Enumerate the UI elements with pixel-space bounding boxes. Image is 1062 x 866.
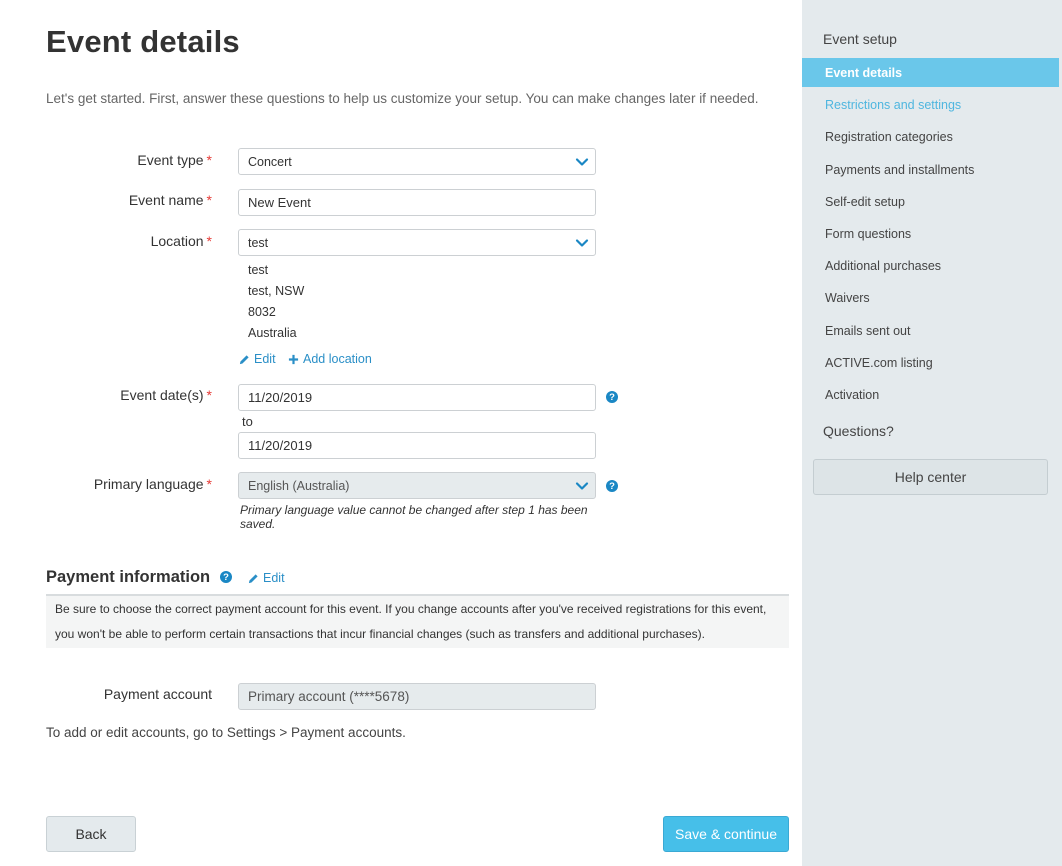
start-date-input[interactable]: 11/20/2019 — [238, 384, 596, 411]
required-marker: * — [206, 152, 212, 168]
event-name-label: Event name * — [128, 192, 212, 208]
location-label: Location * — [150, 233, 212, 249]
chevron-down-icon — [575, 158, 589, 166]
main-content: Event details Let's get started. First, … — [0, 0, 802, 866]
address-line: test, NSW — [248, 284, 305, 298]
sidebar-item-additional-purchases[interactable]: Additional purchases — [802, 251, 1059, 280]
payment-info-box: Be sure to choose the correct payment ac… — [46, 596, 789, 648]
primary-language-note: Primary language value cannot be changed… — [240, 503, 588, 531]
primary-language-value: English (Australia) — [248, 478, 350, 493]
date-range-to-label: to — [242, 414, 253, 429]
payment-account-field: Primary account (****5678) — [238, 683, 596, 710]
payment-accounts-note: To add or edit accounts, go to Settings … — [46, 725, 406, 740]
event-type-select[interactable]: Concert — [238, 148, 596, 175]
questions-heading: Questions? — [823, 423, 894, 439]
sidebar-heading: Event setup — [823, 31, 897, 47]
chevron-down-icon — [575, 239, 589, 247]
pencil-icon — [239, 354, 249, 364]
location-select[interactable]: test — [238, 229, 596, 256]
question-circle-icon[interactable]: ? — [606, 480, 618, 492]
sidebar-item-payments-installments[interactable]: Payments and installments — [802, 155, 1059, 184]
help-center-button[interactable]: Help center — [813, 459, 1048, 495]
address-line: Australia — [248, 326, 297, 340]
back-button[interactable]: Back — [46, 816, 136, 852]
sidebar-item-waivers[interactable]: Waivers — [802, 283, 1059, 312]
end-date-input[interactable]: 11/20/2019 — [238, 432, 596, 459]
event-type-label: Event type * — [137, 152, 212, 168]
payment-account-value: Primary account (****5678) — [248, 689, 410, 704]
event-dates-label: Event date(s) * — [120, 387, 212, 403]
page-title: Event details — [46, 24, 240, 59]
event-name-input[interactable]: New Event — [238, 189, 596, 216]
required-marker: * — [206, 387, 212, 403]
sidebar-item-emails-sent-out[interactable]: Emails sent out — [802, 316, 1059, 345]
save-continue-button[interactable]: Save & continue — [663, 816, 789, 852]
sidebar-item-event-details[interactable]: Event details — [802, 58, 1059, 87]
add-location-link[interactable]: Add location — [288, 352, 372, 366]
payment-section-title: Payment information — [46, 568, 211, 586]
required-marker: * — [206, 192, 212, 208]
sidebar-item-registration-categories[interactable]: Registration categories — [802, 122, 1059, 151]
location-value: test — [248, 235, 269, 250]
edit-payment-link[interactable]: Edit — [248, 571, 285, 585]
payment-account-label: Payment account — [103, 686, 212, 702]
start-date-value: 11/20/2019 — [248, 390, 313, 405]
event-name-value: New Event — [248, 195, 311, 210]
address-line: 8032 — [248, 305, 276, 319]
intro-text: Let's get started. First, answer these q… — [46, 91, 759, 106]
required-marker: * — [206, 233, 212, 249]
sidebar: Event setup Event details Restrictions a… — [802, 0, 1062, 866]
sidebar-item-activation[interactable]: Activation — [802, 380, 1059, 409]
pencil-icon — [248, 573, 258, 583]
primary-language-select: English (Australia) — [238, 472, 596, 499]
event-type-value: Concert — [248, 154, 292, 169]
primary-language-label: Primary language * — [93, 476, 212, 492]
address-line: test — [248, 263, 269, 277]
required-marker: * — [206, 476, 212, 492]
sidebar-item-form-questions[interactable]: Form questions — [802, 219, 1059, 248]
sidebar-item-active-listing[interactable]: ACTIVE.com listing — [802, 348, 1059, 377]
end-date-value: 11/20/2019 — [248, 438, 313, 453]
question-circle-icon[interactable]: ? — [220, 571, 232, 583]
sidebar-item-self-edit-setup[interactable]: Self-edit setup — [802, 187, 1059, 216]
chevron-down-icon — [575, 482, 589, 490]
sidebar-item-restrictions-settings[interactable]: Restrictions and settings — [802, 90, 1059, 119]
plus-icon — [288, 354, 299, 364]
question-circle-icon[interactable]: ? — [606, 391, 618, 403]
edit-location-link[interactable]: Edit — [239, 352, 276, 366]
